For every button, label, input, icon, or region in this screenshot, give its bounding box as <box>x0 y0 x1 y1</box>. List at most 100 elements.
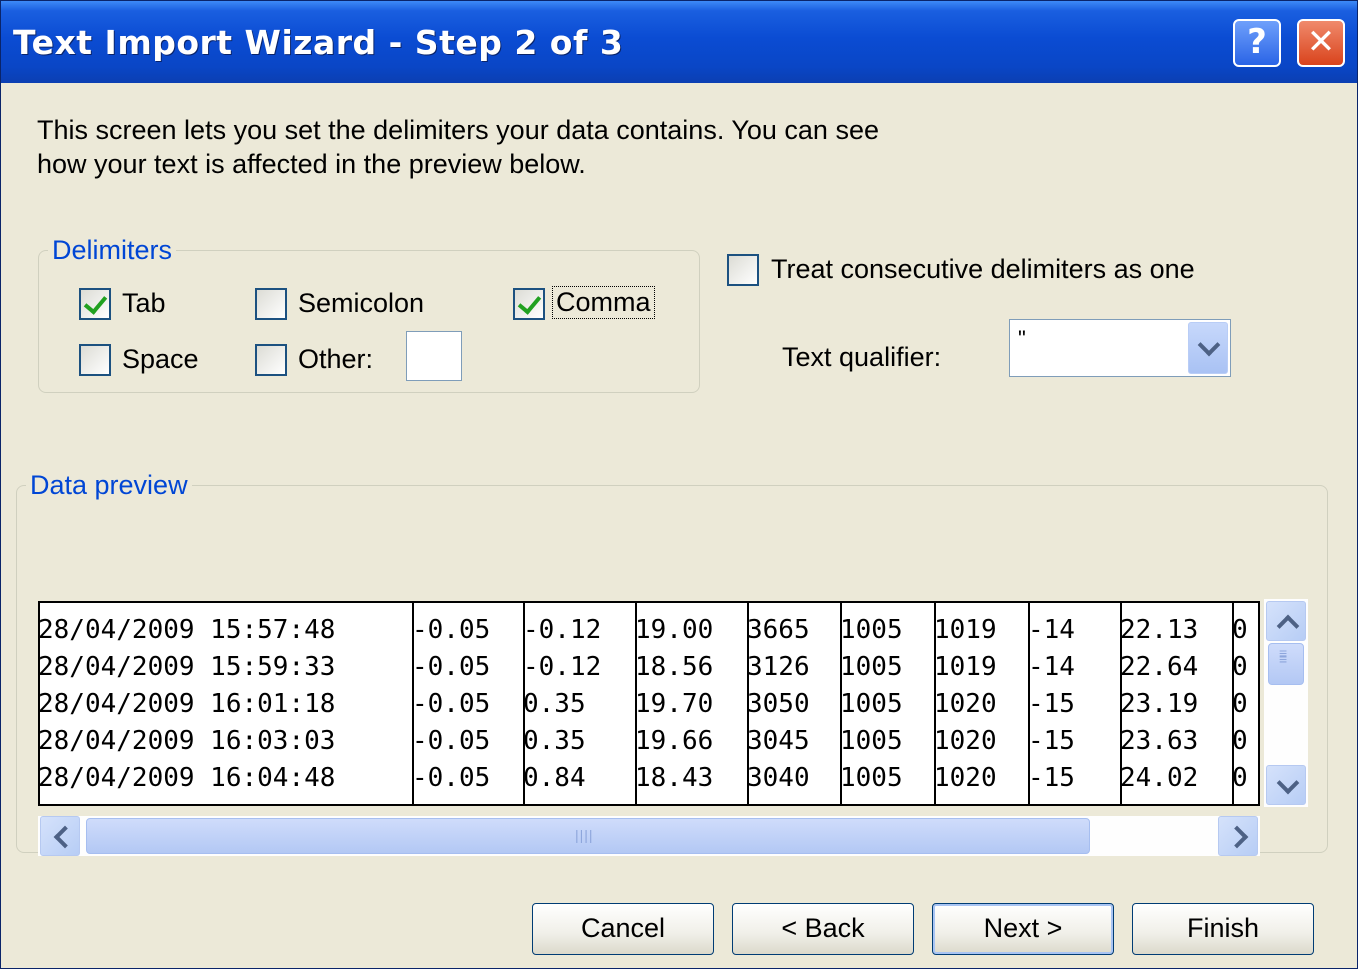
preview-cell: 3045 <box>747 726 810 756</box>
text-qualifier-value: " <box>1018 326 1026 351</box>
instructions-line-2: how your text is affected in the preview… <box>37 149 586 179</box>
chevron-down-icon <box>1276 771 1300 795</box>
preview-cell: 18.56 <box>635 652 714 682</box>
preview-cell: 1005 <box>840 689 903 719</box>
preview-cell: 1005 <box>840 652 903 682</box>
preview-cell: 19.00 <box>635 615 714 645</box>
preview-cell: -0.05 <box>412 726 491 756</box>
comma-checkbox[interactable] <box>513 288 545 320</box>
next-button[interactable]: Next > <box>932 903 1114 955</box>
instructions-text: This screen lets you set the delimiters … <box>37 113 1037 181</box>
text-qualifier-label: Text qualifier: <box>782 342 942 372</box>
preview-cell: 0 <box>1232 652 1248 682</box>
delimiters-legend: Delimiters <box>48 235 177 266</box>
horizontal-scrollbar[interactable]: |||| <box>38 816 1260 856</box>
preview-cell: -0.05 <box>412 689 491 719</box>
preview-cell: 0 <box>1232 726 1248 756</box>
text-qualifier-select[interactable]: " <box>1009 319 1231 377</box>
back-button[interactable]: < Back <box>732 903 914 955</box>
preview-row: 28/04/2009 16:04:48 -0.05 0.84 18.43 304… <box>38 760 1258 796</box>
preview-cell: 24.02 <box>1120 763 1199 793</box>
semicolon-checkbox[interactable] <box>255 288 287 320</box>
title-bar[interactable]: Text Import Wizard - Step 2 of 3 ? ✕ <box>1 1 1357 83</box>
chevron-right-icon <box>1225 825 1249 849</box>
semicolon-label[interactable]: Semicolon <box>298 288 424 319</box>
dropdown-button[interactable] <box>1188 322 1228 374</box>
preview-cell: -0.05 <box>412 652 491 682</box>
preview-cell: -15 <box>1028 689 1075 719</box>
preview-cell: 22.64 <box>1120 652 1199 682</box>
preview-cell: 28/04/2009 16:01:18 <box>38 689 336 719</box>
preview-row: 28/04/2009 16:03:03 -0.05 0.35 19.66 304… <box>38 723 1258 759</box>
scroll-up-button[interactable] <box>1266 601 1306 641</box>
preview-cell: 0 <box>1232 615 1248 645</box>
preview-cell: -0.05 <box>412 615 491 645</box>
preview-cell: 1020 <box>934 726 997 756</box>
preview-cell: 0.35 <box>523 726 586 756</box>
preview-cell: -14 <box>1028 652 1075 682</box>
preview-cell: 19.70 <box>635 689 714 719</box>
preview-cell: 0 <box>1232 763 1248 793</box>
preview-cell: 0.35 <box>523 689 586 719</box>
data-preview-grid[interactable]: 28/04/2009 15:57:48 -0.05 -0.12 19.00 36… <box>38 601 1260 806</box>
preview-cell: 3665 <box>747 615 810 645</box>
space-label[interactable]: Space <box>122 344 199 375</box>
preview-cell: 23.19 <box>1120 689 1199 719</box>
finish-button[interactable]: Finish <box>1132 903 1314 955</box>
preview-cell: 28/04/2009 16:03:03 <box>38 726 336 756</box>
preview-cell: 3050 <box>747 689 810 719</box>
preview-cell: 1020 <box>934 763 997 793</box>
horizontal-scroll-thumb[interactable]: |||| <box>86 818 1090 854</box>
other-delimiter-input[interactable] <box>406 331 462 381</box>
grip-icon: ≡ ≡ <box>1279 645 1289 667</box>
preview-row: 28/04/2009 15:57:48 -0.05 -0.12 19.00 36… <box>38 612 1258 648</box>
tab-checkbox[interactable] <box>79 288 111 320</box>
preview-cell: 28/04/2009 15:59:33 <box>38 652 336 682</box>
preview-cell: 19.66 <box>635 726 714 756</box>
chevron-left-icon <box>53 825 77 849</box>
comma-label[interactable]: Comma <box>552 286 655 319</box>
preview-cell: 1020 <box>934 689 997 719</box>
close-button[interactable]: ✕ <box>1297 19 1345 67</box>
cancel-button[interactable]: Cancel <box>532 903 714 955</box>
preview-cell: 28/04/2009 15:57:48 <box>38 615 336 645</box>
preview-cell: 18.43 <box>635 763 714 793</box>
window-title: Text Import Wizard - Step 2 of 3 <box>13 23 624 62</box>
other-checkbox[interactable] <box>255 344 287 376</box>
space-checkbox[interactable] <box>79 344 111 376</box>
consecutive-delimiters-label[interactable]: Treat consecutive delimiters as one <box>771 254 1195 285</box>
preview-cell: -15 <box>1028 763 1075 793</box>
grip-icon: |||| <box>575 827 594 843</box>
text-import-wizard-dialog: Text Import Wizard - Step 2 of 3 ? ✕ Thi… <box>0 0 1358 969</box>
preview-cell: 1005 <box>840 726 903 756</box>
preview-cell: 1005 <box>840 763 903 793</box>
preview-cell: 22.13 <box>1120 615 1199 645</box>
preview-cell: 1019 <box>934 615 997 645</box>
vertical-scrollbar[interactable]: ≡ ≡ <box>1264 599 1308 807</box>
tab-label[interactable]: Tab <box>122 288 166 319</box>
preview-cell: 23.63 <box>1120 726 1199 756</box>
preview-cell: 0.84 <box>523 763 586 793</box>
data-preview-legend: Data preview <box>26 470 192 501</box>
preview-cell: 28/04/2009 16:04:48 <box>38 763 336 793</box>
preview-cell: 1005 <box>840 615 903 645</box>
other-label[interactable]: Other: <box>298 344 373 375</box>
preview-cell: -0.12 <box>523 615 602 645</box>
preview-cell: -15 <box>1028 726 1075 756</box>
help-button[interactable]: ? <box>1233 19 1281 67</box>
preview-cell: 0 <box>1232 689 1248 719</box>
preview-cell: -14 <box>1028 615 1075 645</box>
vertical-scroll-thumb[interactable]: ≡ ≡ <box>1268 643 1304 685</box>
chevron-up-icon <box>1276 614 1300 638</box>
preview-cell: 3126 <box>747 652 810 682</box>
preview-row: 28/04/2009 15:59:33 -0.05 -0.12 18.56 31… <box>38 649 1258 685</box>
instructions-line-1: This screen lets you set the delimiters … <box>37 115 879 145</box>
consecutive-delimiters-checkbox[interactable] <box>727 254 759 286</box>
preview-cell: 1019 <box>934 652 997 682</box>
preview-cell: -0.12 <box>523 652 602 682</box>
scroll-down-button[interactable] <box>1266 765 1306 805</box>
preview-cell: 3040 <box>747 763 810 793</box>
scroll-right-button[interactable] <box>1218 816 1258 856</box>
scroll-left-button[interactable] <box>40 816 80 856</box>
chevron-down-icon <box>1197 333 1221 357</box>
